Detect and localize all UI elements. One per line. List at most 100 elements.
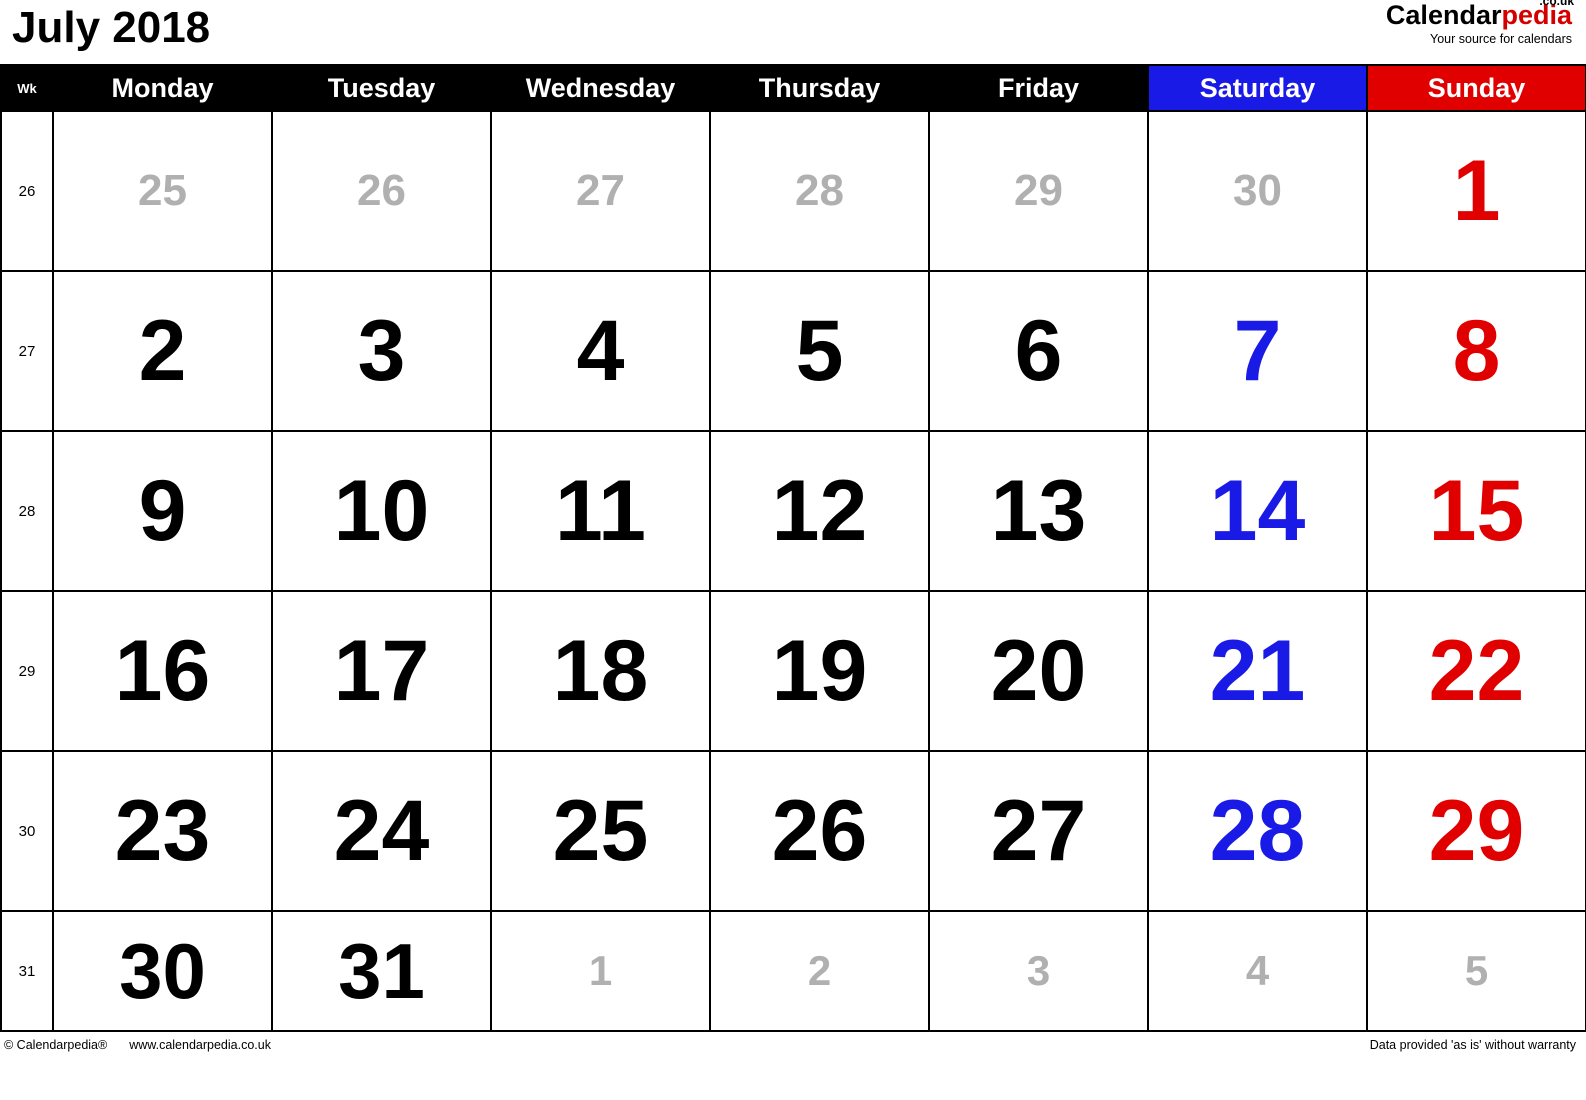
day-cell[interactable]: 5 — [1366, 910, 1586, 1032]
day-cell[interactable]: 30 — [52, 910, 273, 1032]
day-cell[interactable]: 1 — [490, 910, 711, 1032]
day-number: 29 — [1428, 783, 1525, 879]
week-number: 29 — [0, 590, 54, 752]
calendar-table-head: Wk Monday Tuesday Wednesday Thursday Fri… — [0, 64, 1586, 112]
day-cell[interactable]: 28 — [709, 110, 930, 272]
week-row: 27 2 3 4 5 6 7 8 — [0, 270, 1586, 432]
day-cell[interactable]: 19 — [709, 590, 930, 752]
day-header-thursday: Thursday — [709, 64, 930, 112]
footer-website[interactable]: www.calendarpedia.co.uk — [129, 1038, 271, 1052]
day-number: 28 — [795, 166, 844, 215]
day-number: 19 — [771, 623, 868, 719]
week-number: 26 — [0, 110, 54, 272]
day-cell[interactable]: 31 — [271, 910, 492, 1032]
day-cell[interactable]: 6 — [928, 270, 1149, 432]
day-cell[interactable]: 26 — [271, 110, 492, 272]
page-footer: © Calendarpedia® www.calendarpedia.co.uk … — [0, 1032, 1586, 1052]
calendar-table-body: 26 25 26 27 28 29 30 1 27 2 3 4 5 6 7 8 … — [0, 110, 1586, 1032]
day-number: 30 — [1233, 166, 1282, 215]
day-cell[interactable]: 13 — [928, 430, 1149, 592]
day-cell[interactable]: 23 — [52, 750, 273, 912]
calendar-table: Wk Monday Tuesday Wednesday Thursday Fri… — [0, 64, 1586, 1032]
day-cell[interactable]: 29 — [1366, 750, 1586, 912]
day-number: 13 — [990, 463, 1087, 559]
day-number: 4 — [1245, 947, 1270, 994]
week-number: 28 — [0, 430, 54, 592]
day-number: 7 — [1233, 303, 1282, 399]
day-cell[interactable]: 3 — [928, 910, 1149, 1032]
day-number: 16 — [114, 623, 211, 719]
day-cell[interactable]: 5 — [709, 270, 930, 432]
day-cell[interactable]: 21 — [1147, 590, 1368, 752]
day-number: 5 — [1464, 947, 1489, 994]
day-cell[interactable]: 27 — [928, 750, 1149, 912]
day-number: 10 — [333, 463, 430, 559]
day-header-sunday: Sunday — [1366, 64, 1586, 112]
day-cell[interactable]: 25 — [52, 110, 273, 272]
day-cell[interactable]: 26 — [709, 750, 930, 912]
day-number: 20 — [990, 623, 1087, 719]
day-number: 5 — [795, 303, 844, 399]
calendar-header: July 2018 Calendarpedia .co.uk Your sourc… — [0, 0, 1586, 64]
day-cell[interactable]: 28 — [1147, 750, 1368, 912]
day-cell[interactable]: 1 — [1366, 110, 1586, 272]
day-cell[interactable]: 24 — [271, 750, 492, 912]
day-header-wednesday: Wednesday — [490, 64, 711, 112]
day-number: 25 — [138, 166, 187, 215]
day-cell[interactable]: 17 — [271, 590, 492, 752]
day-cell[interactable]: 11 — [490, 430, 711, 592]
day-cell[interactable]: 27 — [490, 110, 711, 272]
day-cell[interactable]: 20 — [928, 590, 1149, 752]
day-cell[interactable]: 4 — [1147, 910, 1368, 1032]
brand-tagline: Your source for calendars — [1430, 32, 1572, 46]
day-number: 26 — [357, 166, 406, 215]
day-number: 9 — [138, 463, 187, 559]
day-cell[interactable]: 3 — [271, 270, 492, 432]
day-header-saturday: Saturday — [1147, 64, 1368, 112]
day-cell[interactable]: 14 — [1147, 430, 1368, 592]
day-cell[interactable]: 7 — [1147, 270, 1368, 432]
day-number: 15 — [1428, 463, 1525, 559]
week-row: 29 16 17 18 19 20 21 22 — [0, 590, 1586, 752]
day-number: 3 — [1026, 947, 1051, 994]
day-cell[interactable]: 2 — [709, 910, 930, 1032]
day-number: 28 — [1209, 783, 1306, 879]
day-number: 12 — [771, 463, 868, 559]
day-cell[interactable]: 29 — [928, 110, 1149, 272]
day-number: 21 — [1209, 623, 1306, 719]
day-cell[interactable]: 16 — [52, 590, 273, 752]
day-cell[interactable]: 18 — [490, 590, 711, 752]
day-cell[interactable]: 9 — [52, 430, 273, 592]
day-cell[interactable]: 8 — [1366, 270, 1586, 432]
day-number: 2 — [138, 303, 187, 399]
day-cell[interactable]: 10 — [271, 430, 492, 592]
day-number: 4 — [576, 303, 625, 399]
day-cell[interactable]: 4 — [490, 270, 711, 432]
calendar-page: July 2018 Calendarpedia .co.uk Your sourc… — [0, 0, 1586, 1100]
footer-copyright: © Calendarpedia® — [4, 1038, 108, 1052]
day-cell[interactable]: 12 — [709, 430, 930, 592]
day-number: 1 — [1452, 143, 1501, 239]
week-row: 26 25 26 27 28 29 30 1 — [0, 110, 1586, 272]
day-cell[interactable]: 15 — [1366, 430, 1586, 592]
day-cell[interactable]: 25 — [490, 750, 711, 912]
day-number: 29 — [1014, 166, 1063, 215]
week-number: 31 — [0, 910, 54, 1032]
day-number: 23 — [114, 783, 211, 879]
day-number: 3 — [357, 303, 406, 399]
brand-name: Calendarpedia .co.uk — [1386, 0, 1574, 29]
week-row: 31 30 31 1 2 3 4 5 — [0, 910, 1586, 1032]
brand-logo: Calendarpedia .co.uk Your source for cale… — [1386, 0, 1586, 46]
day-number: 18 — [552, 623, 649, 719]
day-cell[interactable]: 22 — [1366, 590, 1586, 752]
day-number: 26 — [771, 783, 868, 879]
week-number: 27 — [0, 270, 54, 432]
day-number: 14 — [1209, 463, 1306, 559]
day-cell[interactable]: 2 — [52, 270, 273, 432]
day-number: 6 — [1014, 303, 1063, 399]
day-cell[interactable]: 30 — [1147, 110, 1368, 272]
day-number: 8 — [1452, 303, 1501, 399]
page-title: July 2018 — [12, 3, 211, 52]
footer-disclaimer: Data provided 'as is' without warranty — [1369, 1038, 1576, 1052]
day-number: 30 — [119, 927, 206, 1015]
